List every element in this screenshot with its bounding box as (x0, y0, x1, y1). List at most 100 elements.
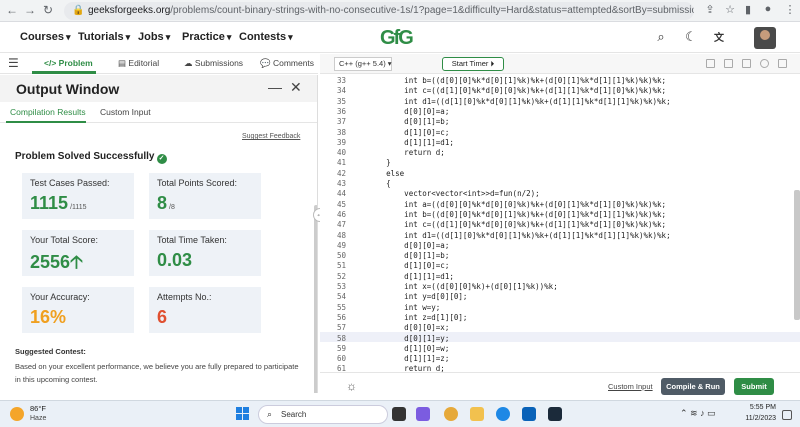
browser-toolbar: ← → ↻ 🔒 geeksforgeeks.org/problems/count-… (0, 0, 800, 22)
suggested-contest-text: Based on your excellent performance, we … (15, 362, 299, 384)
code-line: d[0][0]=a; (350, 106, 450, 116)
line-number: 61 (336, 364, 346, 372)
line-number: 57 (336, 323, 346, 333)
tab-custom-input[interactable]: Custom Input (100, 107, 151, 117)
mail-icon[interactable] (522, 407, 536, 421)
fullscreen-icon[interactable] (778, 59, 787, 68)
forward-icon[interactable]: → (22, 3, 38, 17)
editor-toolbar: C++ (g++ 5.4) ▾ Start Timer ⏵ (320, 54, 800, 74)
chevron-down-icon: ▾ (66, 32, 71, 42)
suggest-feedback-link[interactable]: Suggest Feedback (242, 133, 300, 140)
settings-icon[interactable] (742, 59, 751, 68)
code-line: int x=((d[0][0]%k)+(d[0][1]%k))%k; (350, 282, 558, 291)
site-logo[interactable]: GfG (380, 27, 414, 50)
scrollbar[interactable] (314, 205, 317, 393)
chevron-down-icon: ▾ (125, 32, 131, 42)
tab-compilation-results[interactable]: Compilation Results (10, 107, 86, 117)
menu-contests[interactable]: Contests ▾ (239, 31, 293, 43)
translate-icon[interactable]: 文 (710, 29, 728, 47)
chrome-icon[interactable] (444, 407, 458, 421)
notification-icon[interactable] (782, 410, 792, 420)
line-number: 54 (336, 292, 346, 302)
line-number: 42 (336, 168, 346, 178)
line-number: 49 (336, 240, 346, 250)
lightbulb-icon[interactable]: ☼ (346, 379, 357, 393)
start-timer-button[interactable]: Start Timer ⏵ (442, 57, 504, 71)
code-line: d[1][1]=d1; (350, 271, 454, 281)
minimize-icon[interactable]: — (268, 79, 282, 95)
lock-icon: 🔒 (72, 5, 85, 16)
tab-comments[interactable]: 💬 Comments (260, 58, 314, 69)
edge-icon[interactable] (496, 407, 510, 421)
bookmark-star-icon[interactable]: ☆ (722, 3, 738, 16)
layout-icon[interactable] (724, 59, 733, 68)
document-icon: ▤ (118, 58, 129, 68)
close-icon[interactable]: ✕ (290, 79, 302, 96)
line-number: 36 (336, 106, 346, 116)
custom-input-link[interactable]: Custom Input (608, 382, 653, 391)
task-view-icon[interactable] (392, 407, 406, 421)
comment-icon: 💬 (260, 58, 273, 68)
reset-icon[interactable] (760, 59, 769, 68)
file-explorer-icon[interactable] (470, 407, 484, 421)
compile-run-button[interactable]: Compile & Run (661, 378, 725, 395)
code-line: int c=((d[1][0]%k*d[0][0]%k)%k+(d[1][1]%… (350, 220, 667, 230)
line-number: 39 (336, 137, 346, 147)
tab-problem[interactable]: </> Problem (44, 58, 93, 68)
weather-icon[interactable] (10, 407, 24, 421)
cloud-icon: ☁ (184, 58, 195, 68)
play-icon: ⏵ (490, 59, 495, 68)
code-line: int a=((d[0][0]%k*d[0][0]%k)%k+(d[0][1]%… (350, 199, 667, 209)
app-icon[interactable] (548, 407, 562, 421)
editor-scrollbar[interactable] (794, 190, 800, 320)
clock-date: 11/2/2023 (745, 415, 776, 422)
code-line: d[1][1]=d1; (350, 137, 454, 147)
line-number: 52 (336, 271, 346, 281)
share-icon[interactable]: ⇪ (702, 3, 718, 16)
editor-action-bar: ☼ Custom Input Compile & Run Submit (320, 372, 800, 399)
avatar[interactable] (754, 27, 776, 49)
line-number: 41 (336, 158, 346, 168)
code-line: int w=y; (350, 302, 441, 312)
code-line: int c=((d[1][0]%k*d[0][0]%k)%k+(d[1][1]%… (350, 86, 667, 96)
line-number: 58 (336, 333, 346, 343)
code-line: int z=d[1][0]; (350, 312, 468, 322)
profile-icon[interactable]: ● (760, 3, 776, 15)
system-tray[interactable]: ⌃ ≋ ♪ ▭ (680, 408, 716, 419)
output-title: Output Window (16, 81, 120, 97)
menu-icon[interactable]: ⋮ (782, 3, 798, 16)
menu-courses[interactable]: Courses ▾ (20, 31, 71, 43)
arrow-up-icon: 🡡 (70, 252, 83, 272)
line-number: 40 (336, 148, 346, 158)
stat-card-attempts: Attempts No.: 6 (149, 287, 261, 333)
taskbar-search[interactable]: ⌕ Search (258, 405, 388, 424)
back-icon[interactable]: ← (4, 3, 20, 17)
tab-submissions[interactable]: ☁ Submissions (184, 58, 243, 69)
active-tab-indicator (6, 121, 86, 123)
code-line: return d; (350, 364, 445, 372)
windows-start-icon[interactable] (236, 407, 250, 421)
line-number: 48 (336, 230, 346, 240)
stat-card-points: Total Points Scored: 8/8 (149, 173, 261, 219)
clock-time: 5:55 PM (749, 404, 776, 411)
code-editor[interactable]: 33 34 35 36 37 38 39 40 41 42 43 44 45 46 47 48 49 50 51 52… (320, 74, 800, 372)
copy-icon[interactable] (706, 59, 715, 68)
address-bar[interactable]: 🔒 geeksforgeeks.org/problems/count-binary… (64, 2, 694, 20)
reload-icon[interactable]: ↻ (40, 3, 56, 17)
search-icon[interactable]: ⌕ (652, 29, 670, 47)
code-line: d[1][1]=z; (350, 354, 450, 364)
menu-jobs[interactable]: Jobs ▾ (138, 31, 170, 43)
submit-button[interactable]: Submit (734, 378, 774, 395)
menu-tutorials[interactable]: Tutorials ▾ (78, 31, 130, 43)
language-select[interactable]: C++ (g++ 5.4) ▾ (334, 57, 392, 71)
search-icon: ⌕ (267, 409, 273, 419)
tab-editorial[interactable]: ▤ Editorial (118, 58, 159, 69)
dark-mode-icon[interactable]: ☾ (682, 29, 700, 47)
active-tab-indicator (32, 71, 96, 74)
line-number: 53 (336, 282, 346, 291)
menu-practice[interactable]: Practice ▾ (182, 31, 231, 43)
sidebar-icon[interactable]: ▮ (740, 3, 756, 16)
code-line: } (350, 158, 391, 168)
chat-icon[interactable] (416, 407, 430, 421)
hamburger-icon[interactable]: ☰ (8, 56, 19, 70)
